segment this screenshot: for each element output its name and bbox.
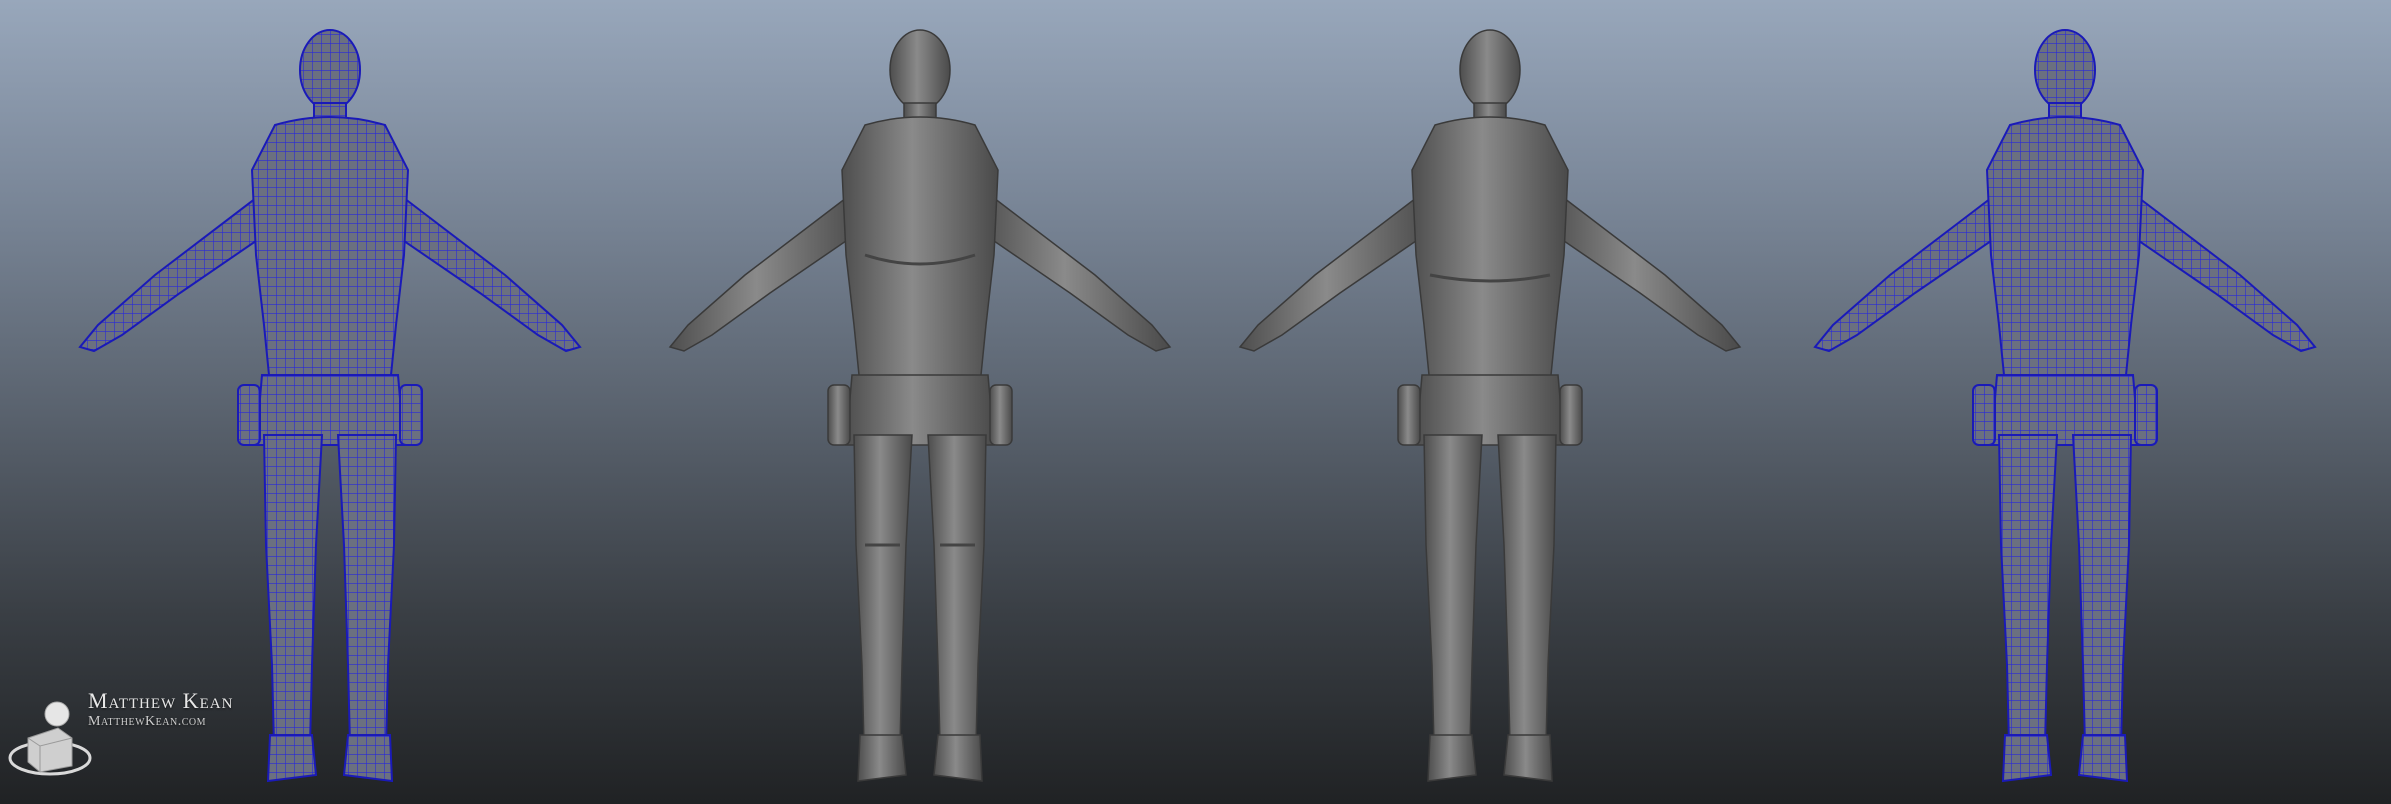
logo-icon <box>8 701 92 776</box>
brand-url: MatthewKean.com <box>88 714 206 729</box>
brand-name: Matthew Kean <box>88 688 234 713</box>
front-wireframe-figure <box>79 29 581 782</box>
back-shaded-figure <box>1239 29 1741 782</box>
back-wireframe-figure <box>1814 29 2316 782</box>
front-shaded-figure <box>669 29 1171 782</box>
turnaround-stage <box>8 29 2316 782</box>
